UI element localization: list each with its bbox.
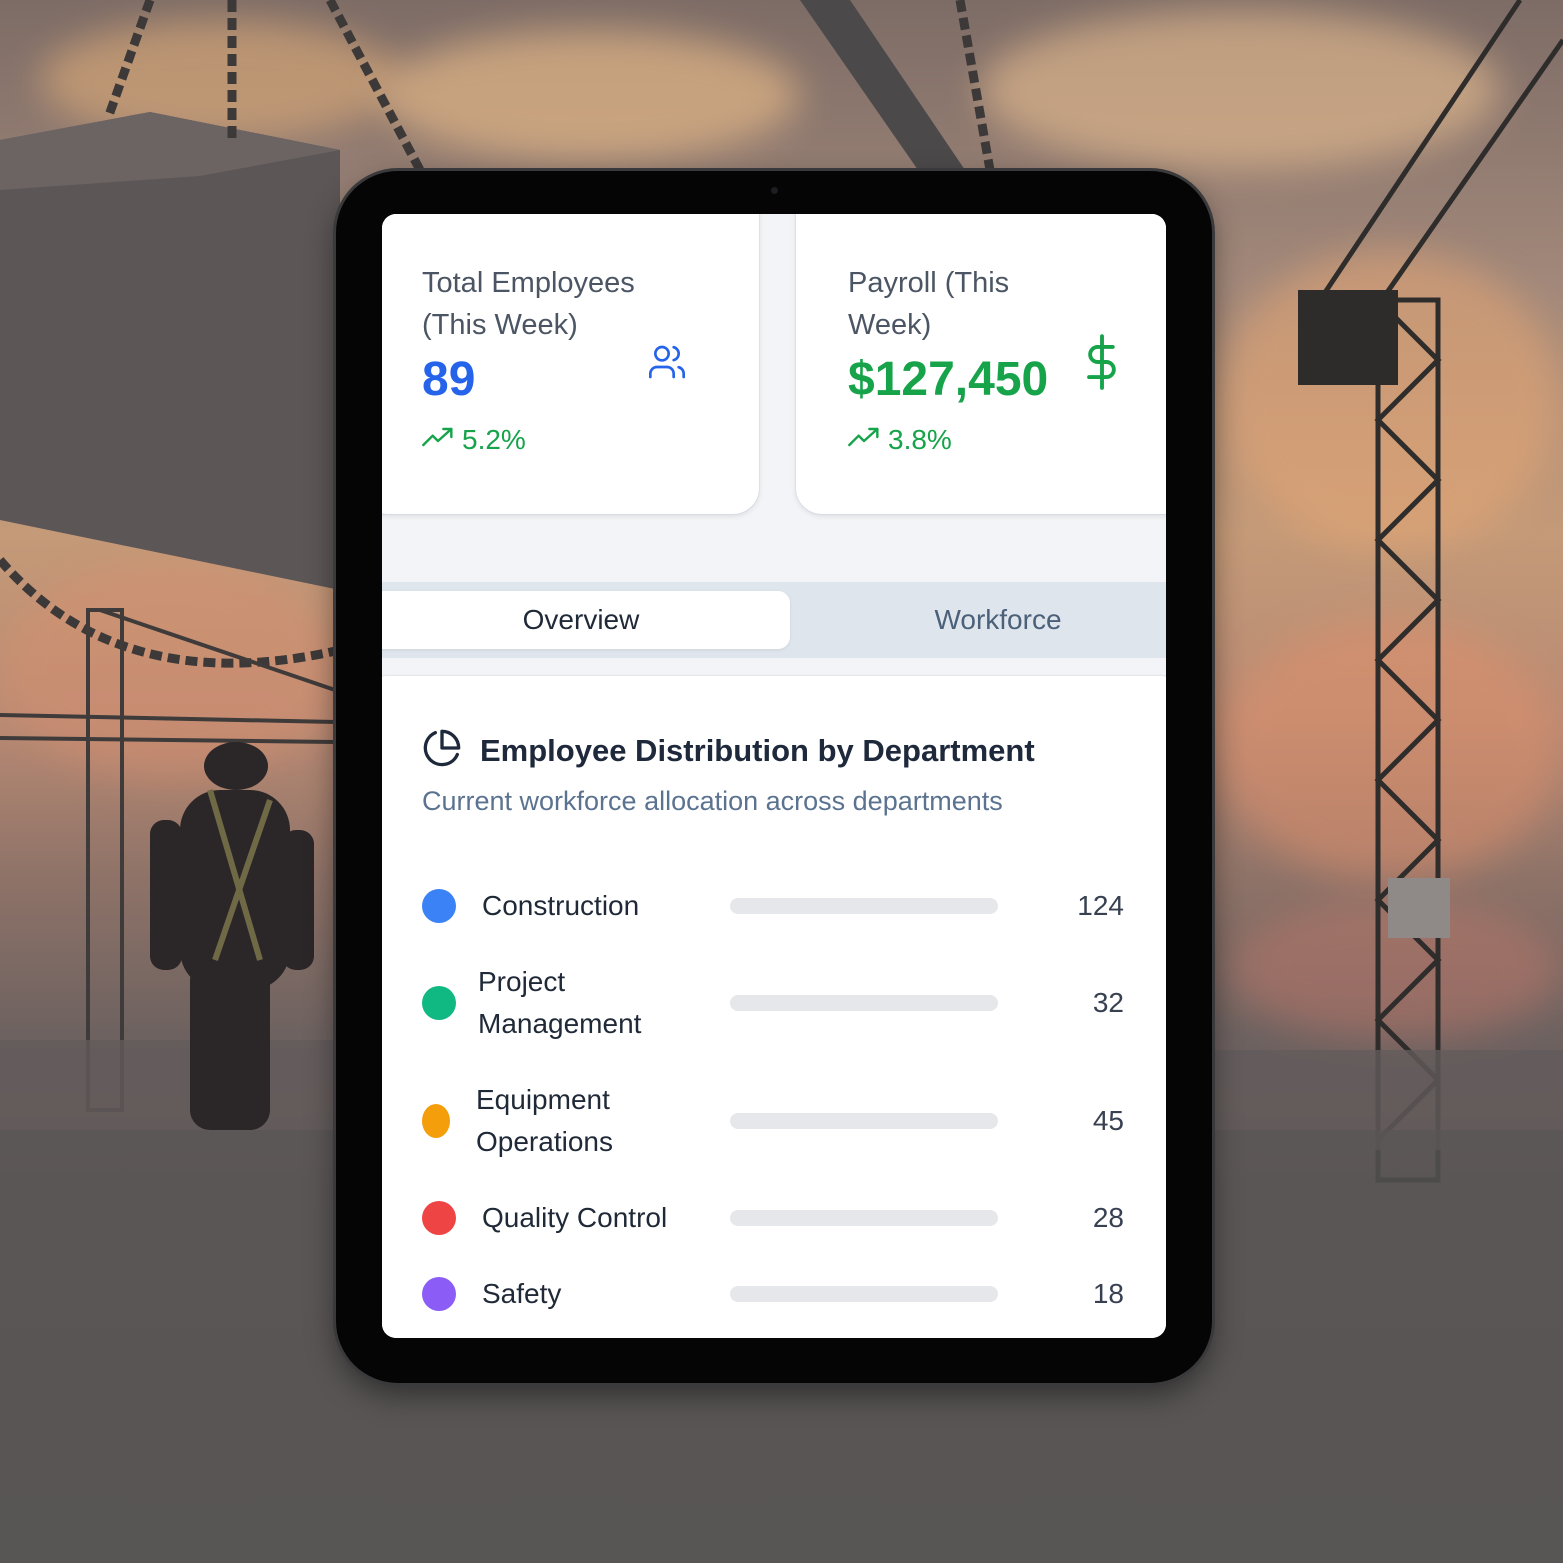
legend-dot [422, 986, 456, 1020]
progress-track [730, 1210, 998, 1226]
department-count: 28 [1092, 1202, 1124, 1233]
legend-dot [422, 1277, 456, 1311]
legend-dot [422, 1201, 456, 1235]
stat-value: 89 [422, 353, 476, 406]
department-row-project-management: Project Management 32 [422, 956, 1124, 1050]
department-name: Construction [482, 890, 640, 921]
department-row-equipment-operations: Equipment Operations 45 [422, 1074, 1124, 1168]
progress-track [730, 1113, 998, 1129]
stat-value: $127,450 [848, 353, 1049, 406]
dashboard-screen: Total Employees (This Week) 89 5.2% Payr… [382, 214, 1166, 1338]
progress-track [730, 898, 998, 914]
payroll-card: Payroll (This Week) $127,450 3.8% [796, 214, 1166, 514]
progress-track [730, 1286, 998, 1302]
trend-value: 3.8% [888, 424, 952, 455]
total-employees-card: Total Employees (This Week) 89 5.2% [382, 214, 759, 514]
panel-subtitle: Current workforce allocation across depa… [422, 786, 1003, 816]
department-distribution-panel: Employee Distribution by Department Curr… [382, 676, 1166, 1338]
stat-title: Payroll (This Week) [848, 267, 1010, 341]
department-row-construction: Construction 124 [422, 880, 1124, 932]
department-row-safety: Safety 18 [422, 1268, 1124, 1320]
department-row-quality-control: Quality Control 28 [422, 1192, 1124, 1244]
stat-trend: 5.2% [422, 424, 526, 456]
department-name: Project Management [478, 966, 642, 1039]
dollar-icon [1084, 334, 1120, 395]
department-count: 45 [1092, 1105, 1124, 1136]
legend-dot [422, 889, 456, 923]
panel-header: Employee Distribution by Department [422, 728, 1035, 773]
department-count: 124 [1077, 890, 1124, 921]
tab-workforce[interactable]: Workforce [790, 591, 1166, 649]
panel-title: Employee Distribution by Department [480, 732, 1035, 768]
department-name: Safety [482, 1278, 562, 1309]
department-count: 18 [1092, 1278, 1124, 1309]
progress-track [730, 995, 998, 1011]
tab-overview[interactable]: Overview [382, 591, 790, 649]
trend-value: 5.2% [462, 424, 526, 455]
tab-bar: Overview Workforce [382, 582, 1166, 658]
stat-trend: 3.8% [848, 424, 952, 456]
trending-up-icon [848, 424, 880, 456]
legend-dot [422, 1104, 450, 1138]
trending-up-icon [422, 424, 454, 456]
pie-chart-icon [422, 728, 462, 773]
department-name: Equipment Operations [476, 1084, 613, 1157]
department-count: 32 [1092, 987, 1124, 1018]
tablet-device: Total Employees (This Week) 89 5.2% Payr… [336, 171, 1212, 1383]
stat-title: Total Employees (This Week) [422, 267, 635, 341]
front-camera [771, 187, 778, 194]
users-icon [646, 342, 688, 387]
department-name: Quality Control [482, 1202, 668, 1233]
